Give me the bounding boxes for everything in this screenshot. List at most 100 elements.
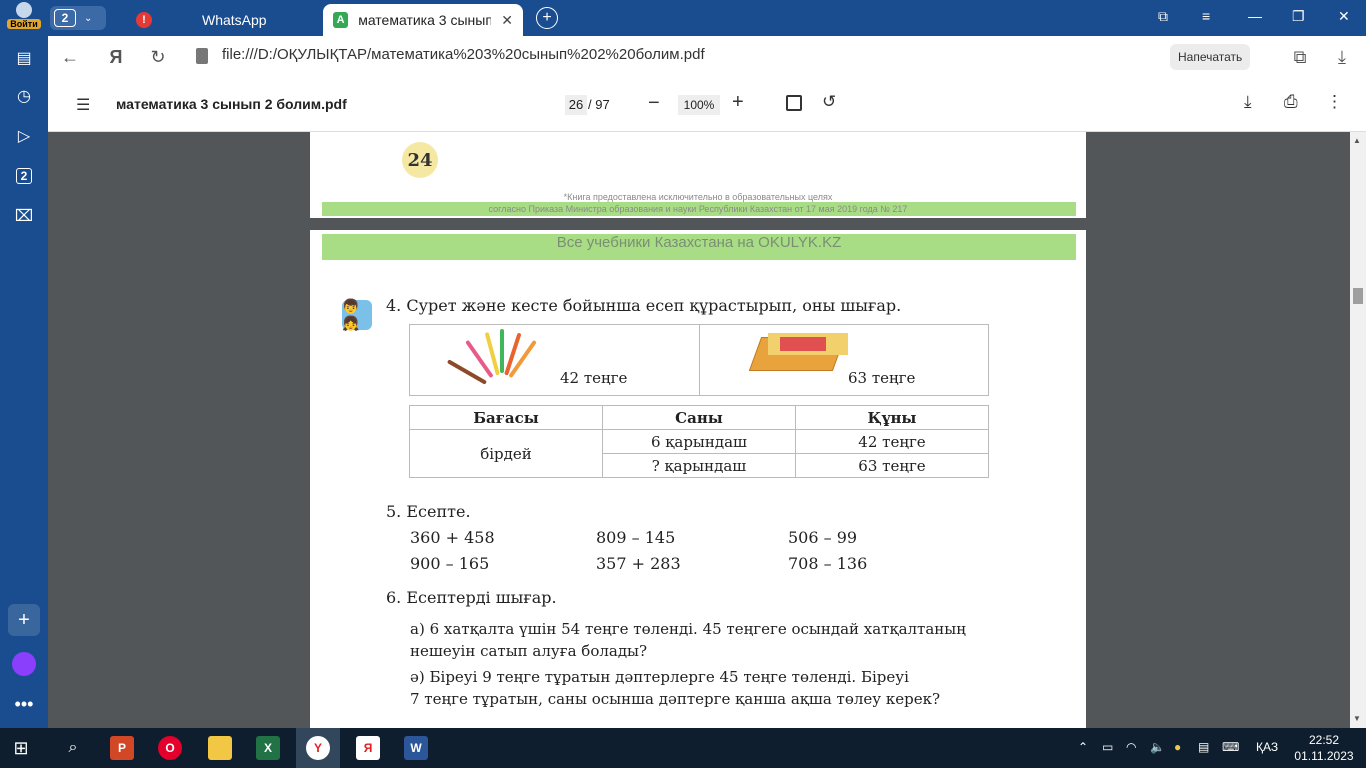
login-button[interactable]: Войти [4, 2, 44, 36]
expression: 809 – 145 [596, 528, 676, 547]
pdf-toolbar: ☰ математика 3 сынып 2 болим.pdf 26 / 97… [48, 78, 1366, 132]
yandex-icon[interactable]: Я [104, 46, 128, 68]
back-arrow-icon[interactable]: ← [58, 46, 82, 68]
tab-whatsapp[interactable]: ! WhatsApp [126, 4, 322, 36]
tab-title: WhatsApp [202, 12, 267, 28]
table-cell: 6 қарындаш [602, 429, 796, 454]
price-table: Бағасы Саны Құны бірдей 6 қарындаш 42 те… [409, 405, 989, 478]
collections-icon[interactable]: ▤ [8, 42, 40, 74]
address-bar: ← Я ↻ file:///D:/ОҚУЛЫҚТАР/математика%20… [48, 36, 1366, 78]
url-field[interactable]: file:///D:/ОҚУЛЫҚТАР/математика%203%20сы… [222, 46, 705, 63]
powerpoint-icon[interactable]: P [110, 736, 134, 760]
task-6-heading: 6. Есептерді шығар. [386, 588, 557, 607]
browser-sidebar: Войти ▤ ◷ ▷ 2 ⌧ + ••• [0, 0, 48, 728]
sidebar-toggle-icon[interactable]: ☰ [76, 95, 90, 115]
keyboard-icon[interactable]: ⌨ [1222, 740, 1239, 754]
pencils-picture: 42 теңге [410, 325, 699, 395]
problem-a-line2: нешеуін сатып алуға болады? [410, 642, 648, 660]
scroll-thumb[interactable] [1353, 288, 1363, 304]
yandex-browser-icon[interactable]: Y [306, 736, 330, 760]
battery-icon[interactable]: ▭ [1102, 740, 1113, 754]
windows-start-icon[interactable]: ⊞ [6, 734, 36, 762]
pencil-box-picture: 63 теңге [700, 325, 989, 395]
word-icon[interactable]: W [404, 736, 428, 760]
problem-b-line2: 7 теңге тұратын, саны осынша дәптерге қа… [410, 690, 941, 708]
close-window-button[interactable]: ✕ [1338, 8, 1350, 25]
opera-icon[interactable]: O [158, 736, 182, 760]
screenshot-icon[interactable]: ⌧ [8, 200, 40, 232]
scroll-up-icon[interactable]: ▲ [1353, 136, 1361, 145]
pair-work-icon: 👦👧 [342, 298, 372, 331]
expression: 357 + 283 [596, 554, 681, 573]
language-indicator[interactable]: ҚАЗ [1256, 740, 1278, 754]
clock-time: 22:52 [1308, 733, 1340, 747]
yandex-icon[interactable]: Я [356, 736, 380, 760]
restore-button[interactable]: ❐ [1292, 8, 1305, 25]
scroll-down-icon[interactable]: ▼ [1353, 714, 1361, 723]
close-icon[interactable]: ✕ [501, 12, 513, 29]
zoom-level[interactable]: 100% [678, 95, 720, 115]
expression: 708 – 136 [788, 554, 868, 573]
user-icon [16, 2, 32, 18]
pdf-viewer[interactable]: 24 *Книга предоставлена исключительно в … [48, 132, 1350, 728]
app-tray-icon[interactable]: ● [1174, 740, 1181, 754]
expression: 506 – 99 [788, 528, 858, 547]
page-number-badge: 24 [402, 142, 438, 178]
download-icon[interactable]: ⤓ [1330, 46, 1354, 68]
print-icon[interactable]: ⎙ [1284, 92, 1298, 112]
history-icon[interactable]: ◷ [8, 80, 40, 112]
task-4-heading: 4. Сурет және кесте бойынша есеп құрасты… [386, 296, 902, 315]
more-icon[interactable]: ••• [8, 688, 40, 720]
alice-icon[interactable] [8, 648, 40, 680]
tab-strip: 2 ⌄ ! WhatsApp A математика 3 сынып 2 б … [48, 0, 1366, 36]
file-explorer-icon[interactable] [208, 736, 232, 760]
page-number-input[interactable]: 26 [565, 95, 587, 115]
clock-date: 01.11.2023 [1294, 749, 1354, 763]
footer-note-2: согласно Приказа Министра образования и … [488, 204, 908, 214]
zoom-out-button[interactable]: − [648, 92, 660, 115]
problem-a-line1: а) 6 хатқалта үшін 54 теңге төленді. 45 … [410, 620, 966, 638]
taskbar: ⊞ ⌕ P O X Y Я W ⌃ ▭ ◠ 🔈 ● ▤ ⌨ ҚАЗ 22:52 … [0, 728, 1366, 768]
extensions-icon[interactable]: ⧉ [1288, 46, 1312, 68]
clock[interactable]: 22:52 01.11.2023 [1294, 732, 1354, 764]
menu-icon[interactable]: ≡ [1202, 8, 1210, 24]
new-tab-button[interactable]: + [536, 7, 558, 29]
add-panel-button[interactable]: + [8, 604, 40, 636]
reload-icon[interactable]: ↻ [146, 46, 170, 68]
print-button[interactable]: Напечатать [1170, 44, 1251, 70]
problem-b-line1: ә) Біреуі 9 теңге тұратын дәптерлерге 45… [410, 668, 909, 686]
badge-count: 2 [15, 168, 33, 184]
wifi-icon[interactable]: ◠ [1126, 740, 1136, 754]
search-icon[interactable]: ⌕ [58, 734, 88, 762]
alert-icon: ! [136, 12, 152, 28]
bookmark-icon[interactable]: ⧉ [1158, 8, 1168, 25]
zoom-in-button[interactable]: + [732, 91, 744, 114]
price-pictures: 42 теңге 63 теңге [409, 324, 989, 396]
pdf-title: математика 3 сынып 2 болим.pdf [116, 96, 347, 112]
volume-icon[interactable]: 🔈 [1150, 740, 1165, 754]
task-5-heading: 5. Есепте. [386, 502, 471, 521]
table-header-row: Бағасы Саны Құны [409, 405, 989, 430]
excel-icon[interactable]: X [256, 736, 280, 760]
notifications-icon[interactable]: ▤ [1198, 740, 1209, 754]
expression: 360 + 458 [410, 528, 495, 547]
tab-group-count: 2 [54, 9, 76, 27]
minimize-button[interactable]: — [1248, 8, 1262, 24]
table-header: Бағасы [409, 405, 603, 430]
rotate-icon[interactable]: ↺ [822, 92, 836, 112]
tab-group-button[interactable]: 2 ⌄ [50, 6, 106, 30]
vertical-scrollbar[interactable]: ▲ ▼ [1350, 132, 1366, 728]
counter-badge[interactable]: 2 [8, 160, 40, 192]
download-icon[interactable]: ⤓ [1244, 92, 1252, 112]
tab-title: математика 3 сынып 2 б [358, 12, 492, 28]
table-cell: ? қарындаш [602, 453, 796, 478]
expression: 900 – 165 [410, 554, 490, 573]
fit-page-icon[interactable] [786, 95, 802, 111]
chevron-up-icon[interactable]: ⌃ [1078, 740, 1088, 754]
tab-pdf[interactable]: A математика 3 сынып 2 б ✕ [323, 4, 523, 36]
more-options-icon[interactable]: ⋮ [1326, 92, 1343, 112]
table-row: бірдей 6 қарындаш 42 теңге [409, 429, 989, 478]
price-box: 63 теңге [848, 369, 916, 387]
page-total: / 97 [588, 97, 610, 112]
video-icon[interactable]: ▷ [8, 120, 40, 152]
